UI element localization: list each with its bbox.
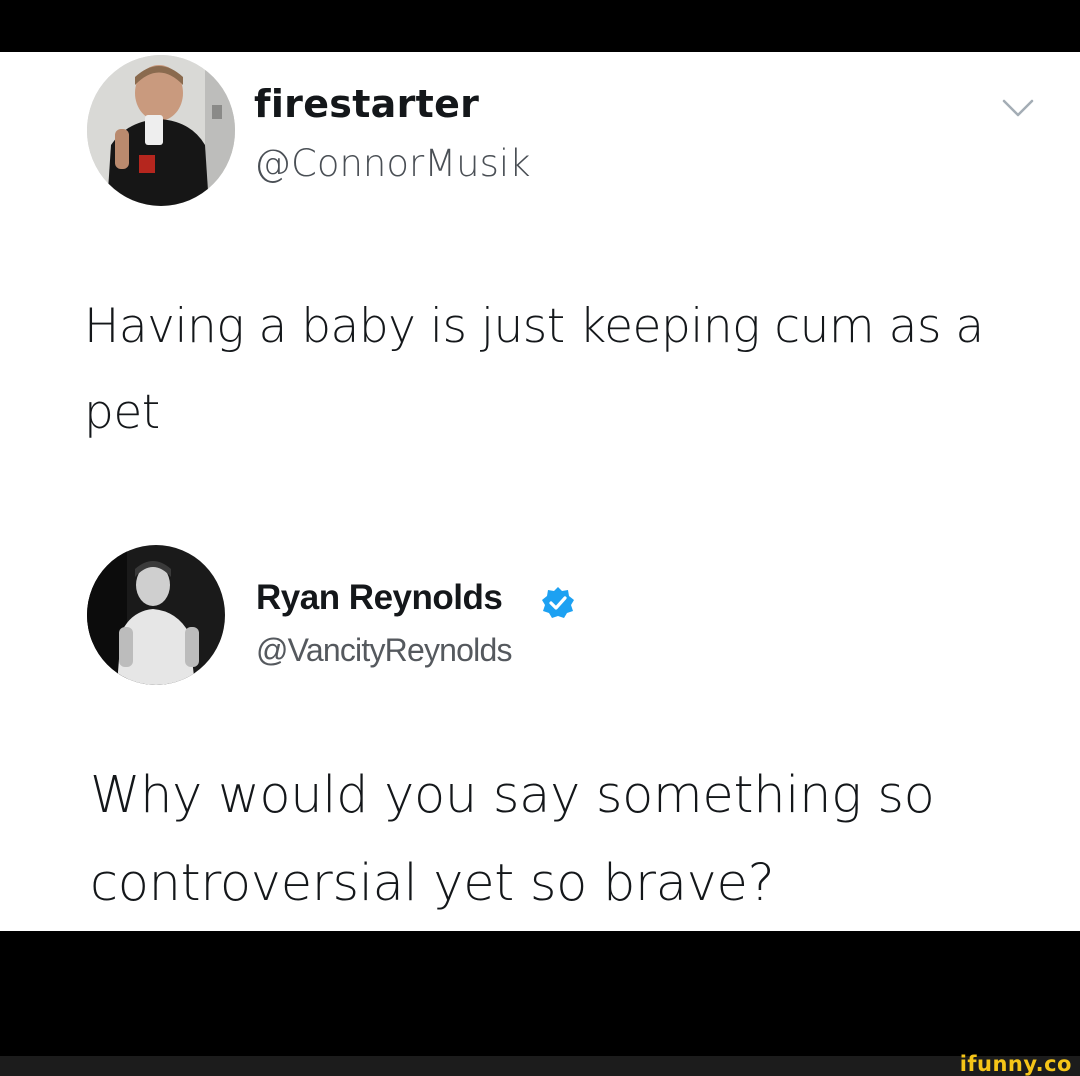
- tweet1-display-name[interactable]: firestarter: [254, 82, 479, 126]
- tweet2-handle[interactable]: @VancityReynolds: [256, 632, 512, 669]
- user-avatar-photo-icon: [87, 55, 235, 206]
- avatar-ryan-reynolds[interactable]: [87, 545, 225, 685]
- tweet2-display-name[interactable]: Ryan Reynolds: [256, 578, 503, 618]
- tweet1-text: Having a baby is just keeping cum as a p…: [84, 299, 984, 440]
- ifunny-watermark: ifunny.co: [959, 1052, 1072, 1076]
- chevron-down-icon[interactable]: [1000, 96, 1036, 120]
- verified-badge-icon: [542, 587, 574, 618]
- bottom-letterbox: [0, 931, 1080, 1056]
- tweet2-text: Why would you say something so controver…: [90, 766, 935, 913]
- watermark-strip: [0, 1056, 1080, 1076]
- tweet1-handle[interactable]: @ConnorMusik: [254, 142, 531, 185]
- screenshot-card: firestarter @ConnorMusik Having a baby i…: [0, 52, 1080, 931]
- user-avatar-photo-icon: [87, 545, 225, 685]
- top-letterbox: [0, 0, 1080, 52]
- avatar-firestarter[interactable]: [87, 55, 235, 206]
